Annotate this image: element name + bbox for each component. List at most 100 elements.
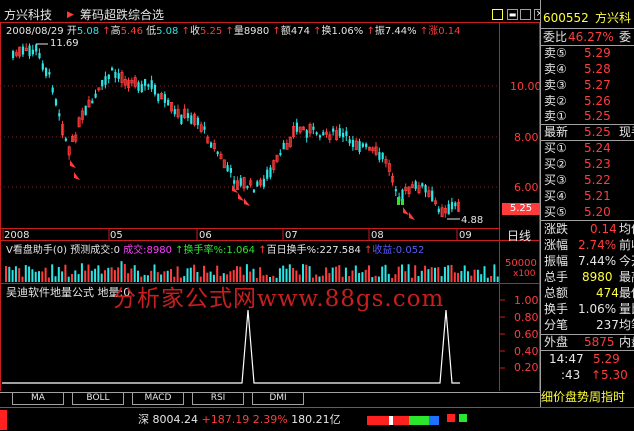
settings-icon[interactable] bbox=[492, 9, 503, 20]
x-tick-label: 2008 bbox=[4, 230, 30, 241]
y-tick-label: 10.00 bbox=[510, 80, 542, 93]
signal-arrows bbox=[70, 160, 415, 220]
tab-ma[interactable]: MA bbox=[12, 393, 64, 405]
volume-bar bbox=[361, 272, 364, 282]
formula-y-tick: 0.20 bbox=[514, 361, 539, 374]
ask-4-label: 卖④ bbox=[544, 62, 567, 76]
indicator-name[interactable]: 筹码超跌综合选 bbox=[80, 9, 164, 22]
stat-vol-value: 8980 bbox=[582, 270, 613, 284]
volume-bar bbox=[18, 268, 21, 282]
volume-bar bbox=[84, 270, 87, 282]
candle-body bbox=[454, 202, 457, 207]
volume-bar bbox=[64, 264, 67, 282]
tab-rsi[interactable]: RSI bbox=[192, 393, 244, 405]
ask-3-price[interactable]: 5.27 bbox=[584, 78, 611, 93]
quote-divider bbox=[541, 350, 634, 351]
predicted-volume: 预测成交:0 bbox=[70, 245, 120, 256]
volume-bar bbox=[252, 268, 255, 282]
candle-body bbox=[163, 94, 166, 103]
candlestick-chart[interactable] bbox=[12, 43, 461, 220]
volume-bar bbox=[288, 264, 291, 282]
formula-panel-header: 吴迪软件地量公式 地量:0 bbox=[6, 286, 130, 299]
tab-macd[interactable]: MACD bbox=[132, 393, 184, 405]
volume-bar bbox=[226, 274, 229, 282]
stock-name: 方兴科技 bbox=[4, 8, 53, 22]
stock-terminal-window: 方兴科技 ▶ 筹码超跌综合选 ▬ × 2008/08/29 开5.08 ↑高5.… bbox=[0, 0, 634, 431]
stat-pct-extra: 前收 bbox=[619, 238, 634, 252]
volume-bar bbox=[496, 276, 499, 282]
bid-3-price[interactable]: 5.22 bbox=[584, 173, 611, 188]
volume-bar bbox=[216, 265, 219, 282]
candle-body bbox=[210, 142, 213, 148]
bid-1-price[interactable]: 5.24 bbox=[584, 141, 611, 156]
inner-label: 内盘 bbox=[619, 335, 634, 349]
volume-bar bbox=[8, 266, 11, 282]
formula-y-tick: 0.40 bbox=[514, 345, 539, 358]
candle-body bbox=[348, 139, 351, 144]
candle-body bbox=[332, 128, 335, 132]
chart-canvas[interactable] bbox=[0, 0, 540, 391]
stat-amp-label: 振幅 bbox=[544, 254, 569, 268]
volume-bar bbox=[166, 270, 169, 282]
tab-dmi[interactable]: DMI bbox=[252, 393, 304, 405]
formula-title[interactable]: 吴迪软件地量公式 bbox=[6, 286, 94, 299]
amount-value: 474 bbox=[290, 26, 310, 37]
bid-5-label: 买⑤ bbox=[544, 205, 567, 219]
volume-text: 成交:8980 bbox=[123, 245, 172, 256]
bid-2-price[interactable]: 5.23 bbox=[584, 157, 611, 172]
volume-bar bbox=[113, 270, 116, 282]
volume-bar bbox=[430, 267, 433, 282]
x-tick-label: 06 bbox=[199, 230, 212, 241]
volume-panel-title[interactable]: V看盘助手(0) bbox=[6, 245, 67, 256]
volume-bar bbox=[308, 266, 311, 282]
tab-boll[interactable]: BOLL bbox=[72, 393, 124, 405]
stat-turnover-label: 换手 bbox=[544, 302, 569, 316]
ask-1-price[interactable]: 5.25 bbox=[584, 109, 611, 124]
volume-bar bbox=[338, 265, 341, 282]
up-arrow-icon: ↑ bbox=[102, 26, 111, 37]
tick-price: 5.30 bbox=[601, 368, 628, 382]
candle-body bbox=[31, 49, 34, 55]
volume-bar bbox=[34, 271, 37, 282]
volume-bar bbox=[262, 275, 265, 282]
restore-icon[interactable] bbox=[520, 9, 531, 20]
volume-bar bbox=[203, 265, 205, 282]
stat-amp-extra: 今开 bbox=[619, 254, 634, 268]
ask-4-price[interactable]: 5.28 bbox=[584, 62, 611, 77]
candle-body bbox=[262, 178, 265, 187]
volume-bar bbox=[374, 275, 377, 282]
watermark-text: 分析家公式网www.88gs.com bbox=[113, 286, 445, 312]
candle-body bbox=[196, 117, 199, 125]
volume-bar bbox=[434, 267, 436, 282]
candle-body bbox=[229, 168, 232, 173]
open-label: 开 bbox=[66, 26, 77, 37]
candle-body bbox=[38, 53, 41, 59]
ask-5-price[interactable]: 5.29 bbox=[584, 46, 611, 61]
volume-bar bbox=[325, 267, 328, 282]
market-label: 深 bbox=[138, 413, 149, 426]
minimize-icon[interactable]: ▬ bbox=[507, 9, 518, 20]
candle-body bbox=[64, 138, 67, 141]
volume-bar bbox=[265, 274, 268, 282]
volume-bar bbox=[486, 277, 489, 282]
bid-4-price[interactable]: 5.21 bbox=[584, 189, 611, 204]
volume-bar bbox=[44, 267, 47, 282]
candle-body bbox=[107, 74, 110, 79]
candle-body bbox=[157, 93, 160, 102]
volume-bar bbox=[196, 271, 199, 282]
expand-arrow-icon[interactable]: ▶ bbox=[67, 9, 74, 22]
low-label: 低 bbox=[146, 26, 157, 37]
ask-2-price[interactable]: 5.26 bbox=[584, 94, 611, 109]
quote-bottom-tabs[interactable]: 细价盘势周指时 bbox=[541, 390, 625, 405]
bid-5-price[interactable]: 5.20 bbox=[584, 205, 611, 220]
stat-amount-label: 总额 bbox=[544, 286, 569, 300]
stock-code: 600552 bbox=[543, 11, 589, 25]
tick-time: 14:47 bbox=[549, 352, 584, 366]
candle-body bbox=[397, 197, 400, 205]
period-label[interactable]: 日线 bbox=[507, 230, 531, 243]
webi-value: 46.27% bbox=[568, 30, 614, 44]
index-change: +187.19 bbox=[201, 413, 250, 426]
candle-body bbox=[91, 100, 94, 104]
candle-body bbox=[437, 208, 440, 213]
volume-bar bbox=[278, 268, 281, 282]
